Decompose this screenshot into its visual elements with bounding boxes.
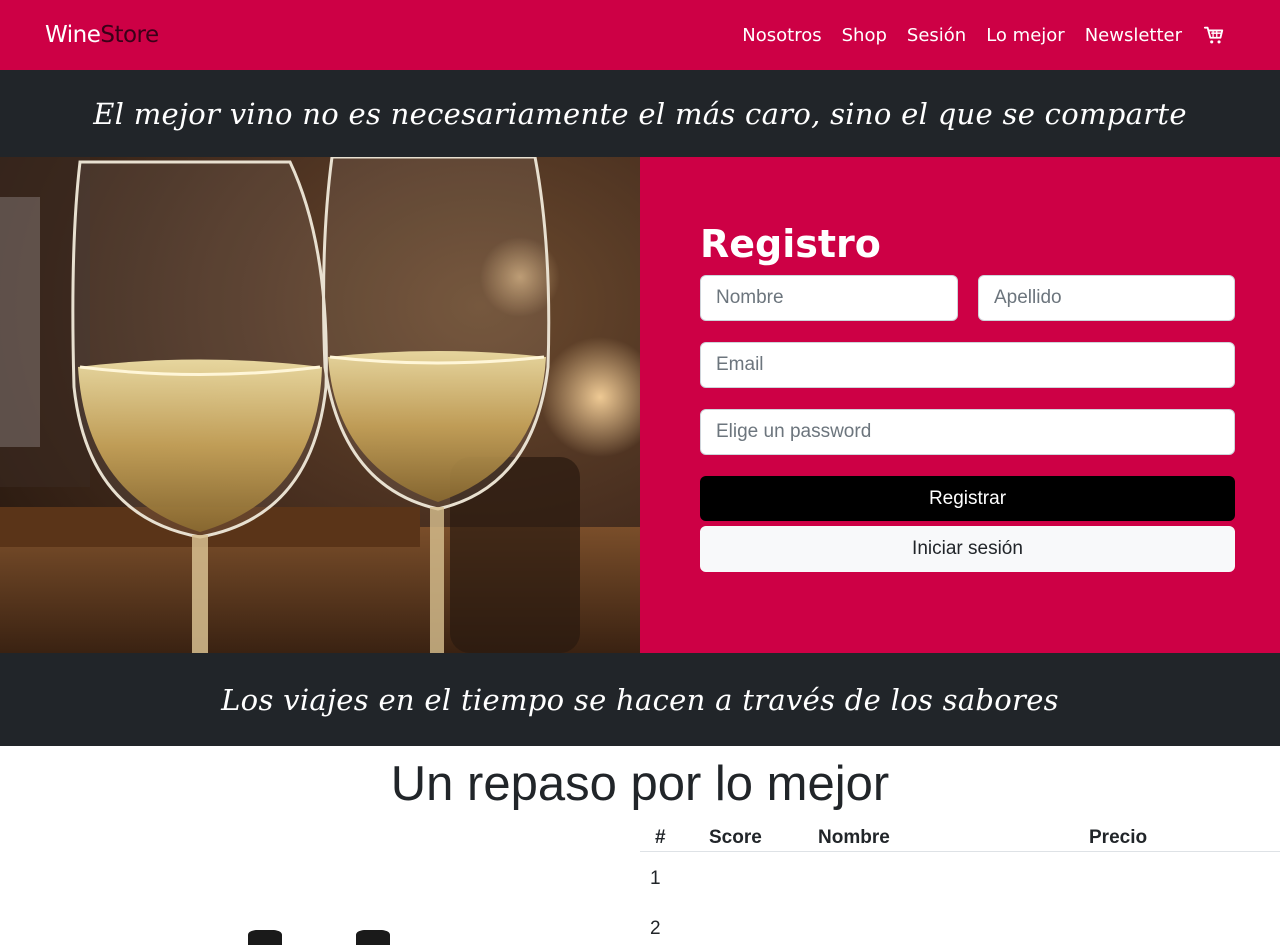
navbar: WineStore Nosotros Shop Sesión Lo mejor …	[0, 0, 1280, 70]
hero-section: Registro Registrar Iniciar sesión	[0, 157, 1280, 653]
wine-bottles-image	[0, 822, 640, 945]
quote-text-top: El mejor vino no es necesariamente el má…	[93, 96, 1187, 131]
quote-banner-top: El mejor vino no es necesariamente el má…	[0, 70, 1280, 157]
shopping-cart-icon[interactable]	[1203, 24, 1225, 46]
table-row-number: 2	[650, 918, 661, 939]
quote-banner-bottom: Los viajes en el tiempo se hacen a travé…	[0, 653, 1280, 746]
brand-logo[interactable]: WineStore	[45, 20, 159, 50]
register-title: Registro	[700, 222, 881, 266]
wine-glasses-image	[0, 157, 640, 653]
column-header-number: #	[655, 827, 666, 848]
brand-part-store: Store	[100, 22, 159, 48]
nombre-input[interactable]	[700, 275, 958, 321]
quote-text-bottom: Los viajes en el tiempo se hacen a travé…	[221, 682, 1059, 717]
registrar-button[interactable]: Registrar	[700, 476, 1235, 521]
table-row-number: 1	[650, 868, 661, 889]
column-header-precio: Precio	[1089, 827, 1148, 848]
nav-link-nosotros[interactable]: Nosotros	[742, 25, 821, 46]
column-header-score: Score	[709, 827, 762, 848]
best-wines-table: # Score Nombre Precio 1 2	[640, 822, 1280, 945]
best-section-title: Un repaso por lo mejor	[390, 757, 890, 811]
column-header-nombre: Nombre	[818, 827, 890, 848]
nav-link-newsletter[interactable]: Newsletter	[1085, 25, 1182, 46]
iniciar-sesion-button[interactable]: Iniciar sesión	[700, 526, 1235, 572]
nav-link-sesion[interactable]: Sesión	[907, 25, 966, 46]
nav-link-shop[interactable]: Shop	[842, 25, 887, 46]
table-header-divider	[640, 851, 1280, 852]
register-panel: Registro Registrar Iniciar sesión	[640, 157, 1280, 653]
nav-links: Nosotros Shop Sesión Lo mejor Newsletter	[742, 0, 1280, 70]
brand-part-wine: Wine	[45, 22, 101, 48]
apellido-input[interactable]	[978, 275, 1235, 321]
password-input[interactable]	[700, 409, 1235, 455]
email-input[interactable]	[700, 342, 1235, 388]
nav-link-lo-mejor[interactable]: Lo mejor	[986, 25, 1064, 46]
